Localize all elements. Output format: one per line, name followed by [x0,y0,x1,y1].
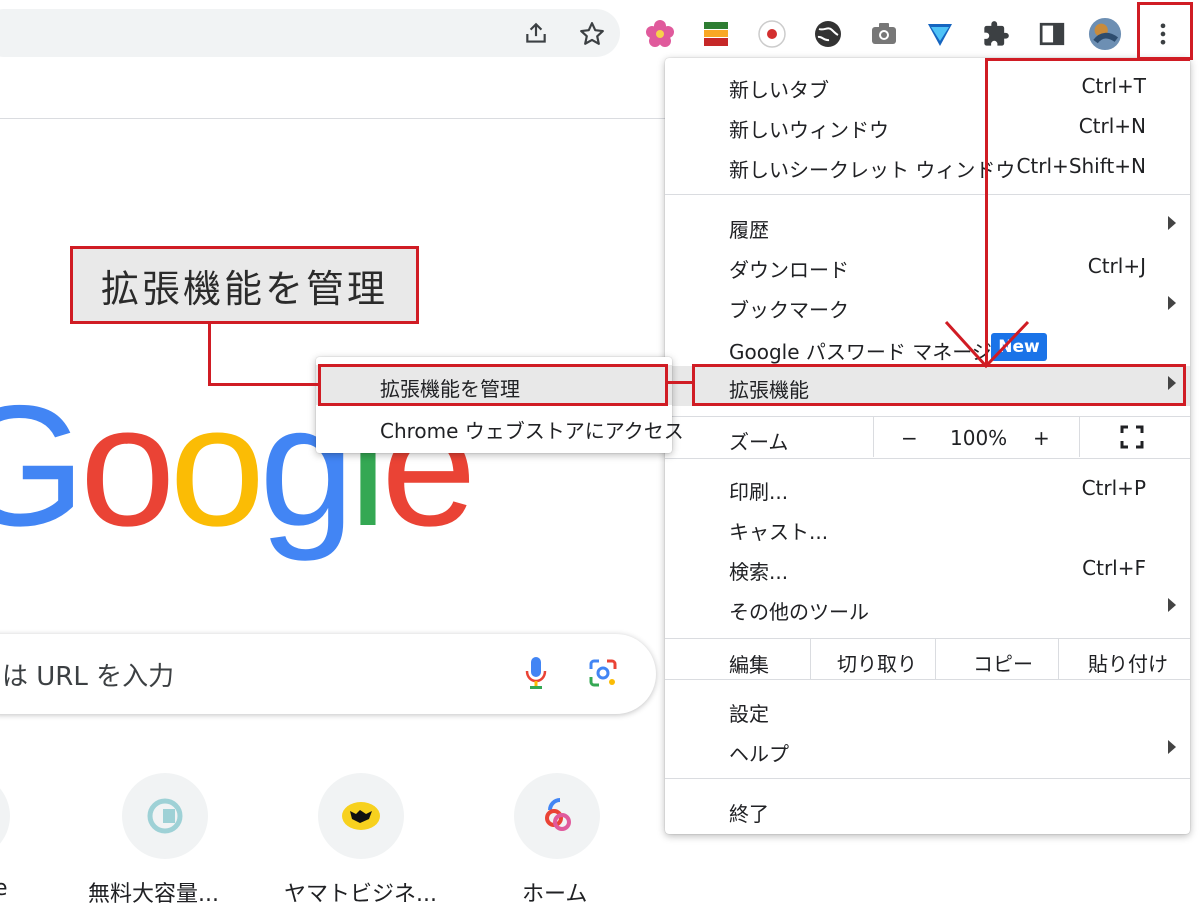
menu-item-help[interactable]: ヘルプ [665,730,1190,770]
menu-item-label: 新しいシークレット ウィンドウ [729,158,1016,182]
menu-item-label: ズーム [729,430,789,454]
menu-item-label: ダウンロード [729,258,849,282]
menu-item-label: その他のツール [729,600,869,624]
menu-separator [665,778,1190,779]
cell-divider [873,417,874,457]
annotation-line [208,322,211,386]
heart-rate-extension-icon[interactable] [923,17,957,51]
menu-item-label: 編集 [729,653,769,677]
submenu-arrow-icon [1168,216,1176,230]
menu-separator [665,679,1190,680]
zoom-out-button[interactable]: − [901,426,918,450]
menu-item-print[interactable]: 印刷... Ctrl+P [665,468,1190,508]
red-dot-extension-icon[interactable] [755,17,789,51]
menu-item-label: ブックマーク [729,298,849,322]
menu-item-shortcut: Ctrl+J [1087,254,1146,278]
submenu-arrow-icon [1168,740,1176,754]
flower-extension-icon[interactable] [643,17,677,51]
menu-item-label: 履歴 [729,218,769,242]
camera-extension-icon[interactable] [867,17,901,51]
annotation-box-menu-button [1137,2,1193,60]
menu-item-new-tab[interactable]: 新しいタブ Ctrl+T [665,66,1190,106]
menu-item-shortcut: Ctrl+T [1081,74,1146,98]
annotation-box-extensions [692,364,1186,406]
stacked-layers-extension-icon[interactable] [699,17,733,51]
cell-divider [810,639,811,679]
menu-item-label: ヘルプ [729,742,789,766]
menu-item-shortcut: Ctrl+P [1081,476,1146,500]
search-box[interactable]: は URL を入力 [0,634,656,714]
annotation-callout-label: 拡張機能を管理 [70,246,419,324]
search-placeholder: は URL を入力 [2,662,175,692]
shortcut-label: ホーム [522,882,588,903]
submenu-arrow-icon [1168,598,1176,612]
browser-window: Google は URL を入力 e 無料大容量... ヤマトビジネ... ホー… [0,0,1200,903]
shortcut-tile[interactable] [514,773,600,859]
profile-avatar[interactable] [1088,17,1122,51]
copy-button[interactable]: コピー [973,648,1033,677]
shortcut-label: e [0,876,8,901]
zoom-level: 100% [950,426,1008,450]
menu-item-cast[interactable]: キャスト... [665,508,1190,548]
shortcut-label: 無料大容量... [88,882,219,903]
annotation-line [985,58,1190,61]
globe-extension-icon[interactable] [811,17,845,51]
bookmark-star-icon[interactable] [578,20,606,48]
shortcut-tile[interactable] [318,773,404,859]
menu-item-shortcut: Ctrl+Shift+N [1016,154,1146,178]
cell-divider [935,639,936,679]
paste-button[interactable]: 貼り付け [1088,648,1168,677]
cell-divider [1058,639,1059,679]
menu-item-find[interactable]: 検索... Ctrl+F [665,548,1190,588]
menu-separator [665,638,1190,639]
cell-divider [1079,417,1080,457]
zoom-in-button[interactable]: + [1033,426,1050,450]
menu-item-new-window[interactable]: 新しいウィンドウ Ctrl+N [665,106,1190,146]
menu-item-more-tools[interactable]: その他のツール [665,588,1190,628]
shortcut-tile[interactable] [122,773,208,859]
menu-item-bookmarks[interactable]: ブックマーク [665,286,1190,326]
annotation-line [668,381,694,384]
shortcut-label: ヤマトビジネ... [284,882,437,903]
menu-item-settings[interactable]: 設定 [665,690,1190,730]
annotation-arrowhead-icon [944,320,1030,369]
submenu-arrow-icon [1168,296,1176,310]
annotation-line [208,383,320,386]
puzzle-extensions-icon[interactable] [979,17,1013,51]
menu-item-password-manager[interactable]: Google パスワード マネージャー [665,328,1190,368]
menu-item-label: 終了 [729,802,769,826]
menu-separator [665,194,1190,195]
menu-item-shortcut: Ctrl+N [1078,114,1146,138]
menu-item-zoom: ズーム [665,418,1190,458]
side-panel-icon[interactable] [1035,17,1069,51]
submenu-item-label: Chrome ウェブストアにアクセス [380,419,684,443]
menu-item-label: 新しいウィンドウ [729,118,889,142]
cut-button[interactable]: 切り取り [837,648,917,677]
menu-item-exit[interactable]: 終了 [665,790,1190,830]
menu-item-label: キャスト... [729,520,829,544]
chrome-main-menu: 新しいタブ Ctrl+T 新しいウィンドウ Ctrl+N 新しいシークレット ウ… [665,58,1190,834]
menu-item-label: 設定 [729,702,769,726]
voice-search-icon[interactable] [525,656,547,694]
shortcut-tile[interactable] [0,773,10,859]
menu-item-label: 検索... [729,560,789,584]
menu-item-label: 新しいタブ [729,78,829,102]
toolbar-divider [0,118,670,119]
submenu-item-web-store[interactable]: Chrome ウェブストアにアクセス [316,407,684,447]
menu-separator [665,416,1190,417]
menu-item-label: 印刷... [729,480,789,504]
menu-item-downloads[interactable]: ダウンロード Ctrl+J [665,246,1190,286]
share-icon[interactable] [522,20,550,48]
menu-item-shortcut: Ctrl+F [1082,556,1146,580]
menu-item-history[interactable]: 履歴 [665,206,1190,246]
annotation-box-manage-extensions [318,364,668,406]
fullscreen-icon[interactable] [1120,425,1144,453]
menu-item-new-incognito[interactable]: 新しいシークレット ウィンドウ Ctrl+Shift+N [665,146,1190,186]
menu-separator [665,458,1190,459]
lens-search-icon[interactable] [588,658,618,692]
